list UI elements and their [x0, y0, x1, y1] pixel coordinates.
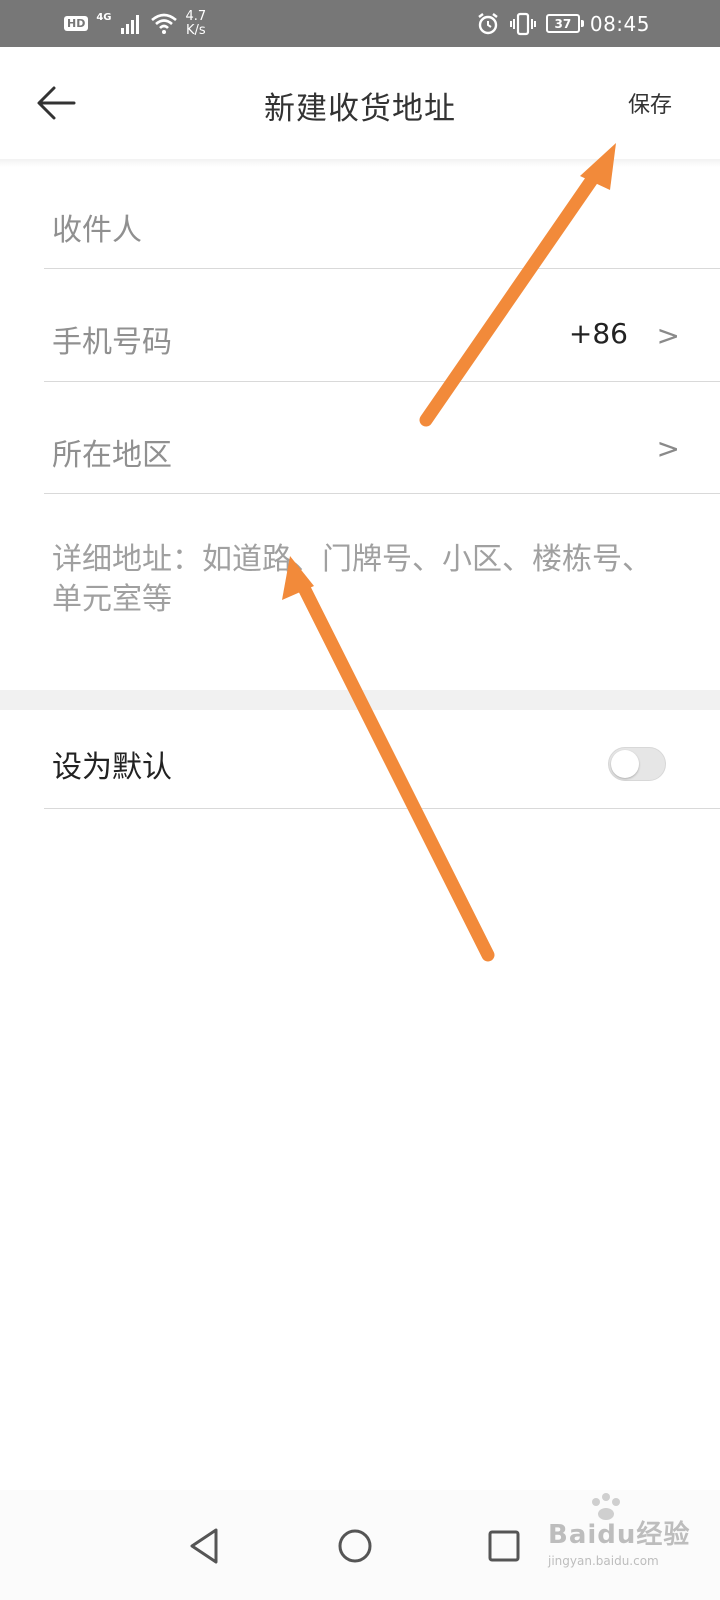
recipient-field[interactable]: 收件人 — [44, 167, 720, 269]
triangle-back-icon — [190, 1528, 218, 1564]
nav-home-button[interactable] — [333, 1524, 377, 1568]
page-title: 新建收货地址 — [264, 91, 456, 127]
app-header: 新建收货地址 保存 — [0, 47, 720, 159]
region-field[interactable]: 所在地区 > — [44, 382, 720, 494]
toggle-knob — [611, 750, 639, 778]
alarm-icon — [478, 12, 498, 34]
status-left: HD 4G 4.7 K/s — [64, 0, 206, 47]
address-textarea[interactable]: 详细地址：如道路、门牌号、小区、楼栋号、单元室等 — [52, 540, 662, 620]
save-button[interactable]: 保存 — [628, 87, 672, 119]
network-type: 4G — [96, 12, 112, 23]
watermark-url: jingyan.baidu.com — [548, 1554, 659, 1568]
region-placeholder: 所在地区 — [52, 438, 172, 473]
square-recent-icon — [488, 1530, 520, 1562]
watermark: Baidu经验 jingyan.baidu.com — [548, 1493, 708, 1584]
battery-icon: 37 — [545, 14, 584, 33]
nav-back-button[interactable] — [184, 1524, 228, 1568]
section-divider — [0, 690, 720, 710]
status-bar: HD 4G 4.7 K/s 37 08:45 — [0, 0, 720, 47]
default-label: 设为默认 — [52, 750, 172, 785]
phone-placeholder: 手机号码 — [52, 325, 172, 360]
watermark-brand: Baidu经验 — [548, 1520, 691, 1550]
circle-home-icon — [338, 1529, 372, 1563]
speed-value: 4.7 — [185, 8, 207, 24]
country-code[interactable]: +86 — [569, 317, 628, 350]
wifi-icon — [150, 13, 177, 34]
default-toggle[interactable] — [608, 747, 666, 781]
recipient-placeholder: 收件人 — [52, 213, 142, 248]
network-speed: 4.7 K/s — [185, 8, 207, 38]
speed-unit: K/s — [186, 22, 206, 38]
header-divider — [0, 159, 720, 167]
status-right: 37 08:45 — [476, 0, 650, 47]
clock: 08:45 — [589, 11, 650, 36]
battery-level: 37 — [554, 16, 572, 31]
signal-icon — [120, 14, 139, 34]
nav-recent-button[interactable] — [482, 1524, 526, 1568]
default-setting-row: 设为默认 — [44, 710, 720, 809]
chevron-right-icon[interactable]: > — [657, 319, 680, 352]
hd-badge: HD — [64, 16, 89, 31]
vibrate-icon — [509, 12, 536, 35]
phone-field[interactable]: 手机号码 +86 > — [44, 269, 720, 382]
chevron-right-icon[interactable]: > — [657, 432, 680, 465]
